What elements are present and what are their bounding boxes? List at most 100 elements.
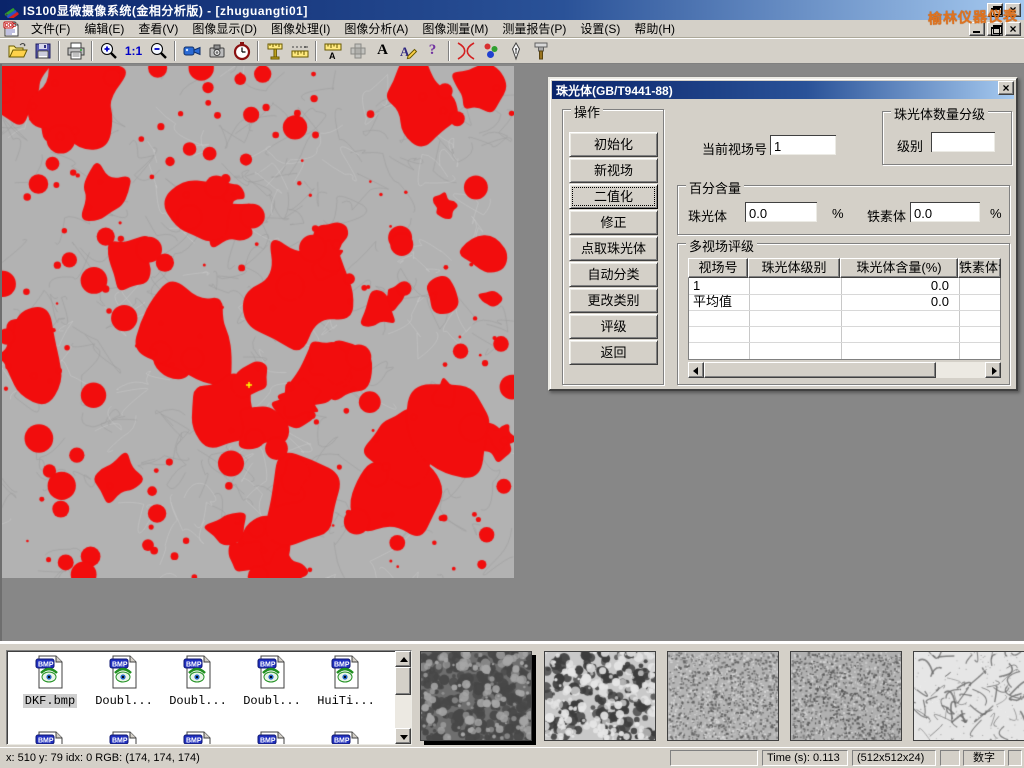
col-pearlite-grade[interactable]: 珠光体级别 — [748, 258, 840, 278]
menu-view[interactable]: 查看(V) — [131, 19, 185, 38]
binarize-button[interactable]: 二值化 — [569, 184, 658, 209]
thumbnail-5[interactable] — [913, 651, 1024, 741]
file-item[interactable]: BMP HuiTi... — [309, 655, 383, 708]
menu-measure-report[interactable]: 测量报告(P) — [495, 19, 573, 38]
toolbar-separator — [58, 41, 60, 61]
brush-tool-icon[interactable] — [528, 39, 553, 62]
auto-classify-button[interactable]: 自动分类 — [569, 262, 658, 287]
file-item[interactable]: BMP Doubl... — [87, 655, 161, 708]
file-name[interactable]: HuiTi... — [315, 694, 377, 708]
menu-help[interactable]: 帮助(H) — [627, 19, 682, 38]
classify-tool-icon[interactable] — [478, 39, 503, 62]
grade-button[interactable]: 评级 — [569, 314, 658, 339]
menu-file[interactable]: 文件(F) — [24, 19, 77, 38]
restore-button[interactable] — [987, 3, 1003, 17]
mdi-close-button[interactable] — [1005, 22, 1021, 36]
help-icon[interactable]: ? — [420, 39, 445, 62]
timer-icon[interactable] — [229, 39, 254, 62]
dialog-close-icon[interactable] — [998, 81, 1014, 95]
file-item[interactable]: BMP Doubl... — [235, 655, 309, 708]
camera-capture-icon[interactable] — [204, 39, 229, 62]
image-merge-icon[interactable] — [345, 39, 370, 62]
file-list-vscrollbar[interactable] — [395, 651, 411, 744]
scroll-up-icon[interactable] — [395, 651, 411, 667]
print-icon[interactable] — [63, 39, 88, 62]
row2-field[interactable]: 平均值 — [693, 294, 747, 310]
video-capture-icon[interactable] — [179, 39, 204, 62]
col-ferrite-content[interactable]: 铁素体含量(%) — [958, 258, 1001, 278]
return-button[interactable]: 返回 — [569, 340, 658, 365]
initialize-button[interactable]: 初始化 — [569, 132, 658, 157]
menu-edit[interactable]: 编辑(E) — [77, 19, 131, 38]
curve-tool-icon[interactable] — [453, 39, 478, 62]
calibration-icon[interactable]: A — [320, 39, 345, 62]
file-item[interactable]: BMP — [13, 731, 87, 745]
mdi-restore-button[interactable] — [987, 22, 1003, 36]
metallograph-image[interactable] — [2, 66, 514, 578]
menu-image-measure[interactable]: 图像测量(M) — [415, 19, 495, 38]
table-hscrollbar[interactable] — [688, 362, 1001, 378]
menu-image-process[interactable]: 图像处理(I) — [264, 19, 337, 38]
row2-grade[interactable] — [751, 294, 839, 310]
change-class-button[interactable]: 更改类别 — [569, 288, 658, 313]
file-item[interactable]: BMP Doubl... — [161, 655, 235, 708]
current-field-input[interactable] — [770, 135, 836, 155]
row2-ferrite[interactable] — [961, 294, 1001, 310]
thumbnail-1[interactable] — [420, 651, 532, 741]
file-item[interactable]: BMP — [309, 731, 383, 745]
file-name[interactable]: Doubl... — [167, 694, 229, 708]
scroll-left-icon[interactable] — [688, 362, 704, 378]
svg-text:BMP: BMP — [334, 662, 350, 669]
bmp-file-icon: BMP — [33, 655, 67, 689]
thumbnail-2[interactable] — [544, 651, 656, 741]
file-item[interactable]: BMP — [235, 731, 309, 745]
row1-content[interactable]: 0.0 — [841, 278, 959, 294]
table-body[interactable]: 1 0.0 平均值 0.0 — [688, 278, 1001, 360]
correct-button[interactable]: 修正 — [569, 210, 658, 235]
scroll-right-icon[interactable] — [985, 362, 1001, 378]
pick-pearlite-button[interactable]: 点取珠光体 — [569, 236, 658, 261]
new-field-button[interactable]: 新视场 — [569, 158, 658, 183]
toolbar-separator — [174, 41, 176, 61]
ruler-icon[interactable] — [287, 39, 312, 62]
file-name[interactable]: Doubl... — [241, 694, 303, 708]
thumbnail-4[interactable] — [790, 651, 902, 741]
menu-image-display[interactable]: 图像显示(D) — [185, 19, 264, 38]
mdi-minimize-button[interactable] — [969, 22, 985, 36]
pen-tool-icon[interactable] — [503, 39, 528, 62]
dialog-title-bar[interactable]: 珠光体(GB/T9441-88) — [552, 81, 1014, 99]
col-pearlite-content[interactable]: 珠光体含量(%) — [840, 258, 958, 278]
zoom-out-icon[interactable] — [146, 39, 171, 62]
save-file-icon[interactable] — [30, 39, 55, 62]
level-input[interactable] — [931, 132, 995, 152]
scroll-down-icon[interactable] — [395, 728, 411, 744]
close-button[interactable] — [1005, 3, 1021, 17]
file-name[interactable]: Doubl... — [93, 694, 155, 708]
menu-image-analysis[interactable]: 图像分析(A) — [337, 19, 415, 38]
vscroll-thumb[interactable] — [395, 667, 411, 695]
edit-annotation-icon[interactable]: A — [395, 39, 420, 62]
status-image-size: (512x512x24) — [852, 750, 936, 766]
actual-size-icon[interactable]: 1:1 — [121, 39, 146, 62]
menu-settings[interactable]: 设置(S) — [573, 19, 627, 38]
zoom-in-icon[interactable] — [96, 39, 121, 62]
ferrite-percent-input[interactable] — [910, 202, 980, 222]
file-list[interactable]: BMP DKF.bmp BMP Doubl... BMP Doubl... BM… — [6, 650, 412, 745]
file-item[interactable]: BMP — [87, 731, 161, 745]
caliper-icon[interactable] — [262, 39, 287, 62]
row1-grade[interactable] — [751, 278, 839, 294]
hscroll-thumb[interactable] — [704, 362, 936, 378]
document-icon[interactable]: DOC — [3, 21, 20, 37]
row1-field[interactable]: 1 — [693, 278, 747, 294]
row1-ferrite[interactable] — [961, 278, 1001, 294]
pearlite-dialog: 珠光体(GB/T9441-88) 操作 初始化 新视场 二值化 修正 点取珠光体… — [548, 77, 1018, 391]
open-file-icon[interactable] — [5, 39, 30, 62]
thumbnail-3[interactable] — [667, 651, 779, 741]
col-field-number[interactable]: 视场号 — [688, 258, 748, 278]
text-annotation-icon[interactable]: A — [370, 39, 395, 62]
file-item[interactable]: BMP DKF.bmp — [13, 655, 87, 708]
pearlite-percent-input[interactable] — [745, 202, 817, 222]
file-name[interactable]: DKF.bmp — [23, 694, 77, 708]
file-item[interactable]: BMP — [161, 731, 235, 745]
row2-content[interactable]: 0.0 — [841, 294, 959, 310]
